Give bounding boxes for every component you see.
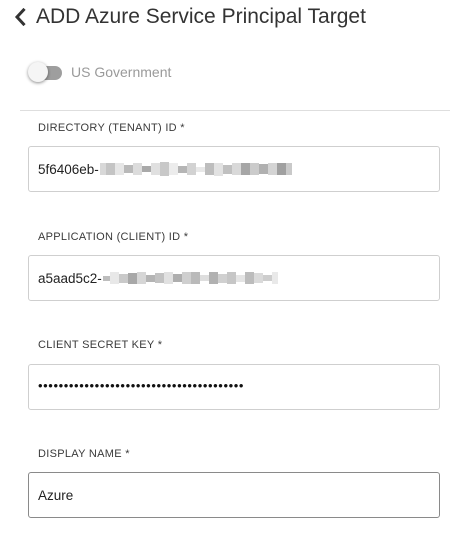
us-government-toggle[interactable] — [28, 61, 62, 83]
application-id-label: APPLICATION (CLIENT) ID * — [38, 231, 189, 243]
application-id-value: a5aad5c2- — [38, 270, 102, 286]
page-title: ADD Azure Service Principal Target — [36, 5, 366, 28]
toggle-thumb — [28, 62, 48, 82]
display-name-input[interactable]: Azure — [28, 472, 440, 518]
redacted-blur — [102, 269, 278, 287]
page-header: ADD Azure Service Principal Target — [10, 2, 366, 32]
chevron-left-icon — [14, 8, 26, 26]
directory-id-label: DIRECTORY (TENANT) ID * — [38, 122, 185, 134]
us-government-toggle-row: US Government — [28, 61, 171, 83]
client-secret-label: CLIENT SECRET KEY * — [38, 339, 163, 351]
client-secret-masked-value: •••••••••••••••••••••••••••••••••••••••• — [38, 377, 245, 393]
application-id-input[interactable]: a5aad5c2- — [28, 255, 440, 301]
display-name-label: DISPLAY NAME * — [38, 448, 130, 460]
client-secret-input[interactable]: •••••••••••••••••••••••••••••••••••••••• — [28, 364, 440, 410]
back-button[interactable] — [10, 5, 30, 29]
section-divider — [20, 110, 450, 111]
us-government-label: US Government — [71, 64, 172, 80]
display-name-value: Azure — [38, 487, 74, 503]
directory-id-input[interactable]: 5f6406eb- — [28, 146, 440, 192]
directory-id-value: 5f6406eb- — [38, 161, 99, 177]
redacted-blur — [99, 160, 292, 178]
